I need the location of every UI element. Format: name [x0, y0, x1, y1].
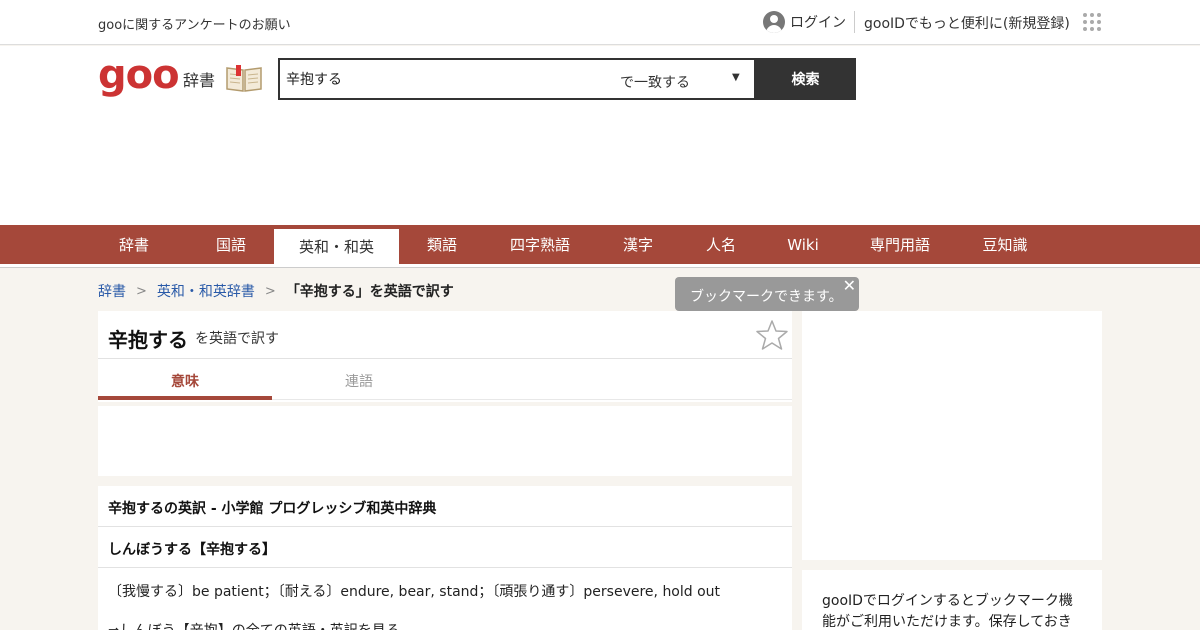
source-heading-row: 辛抱するの英訳 - 小学館 プログレッシブ和英中辞典 [98, 486, 792, 527]
nav-divider [0, 264, 1200, 268]
nav-item-wiki[interactable]: Wiki [767, 225, 839, 264]
search-form: で一致する ▼ 検索 [278, 58, 856, 100]
nav-item-thesaurus[interactable]: 類語 [406, 225, 478, 264]
definition-text: 〔我慢する〕be patient；〔耐える〕endure, bear, stan… [108, 584, 721, 600]
site-header: goo 辞書 で一致する ▼ 検索 [0, 46, 1200, 225]
entry-header: 辛抱する を英語で訳す 意味 連語 [98, 311, 792, 402]
user-icon [763, 11, 785, 33]
nav-item-english[interactable]: 英和・和英 [274, 229, 399, 264]
login-label: ログイン [790, 15, 846, 31]
headword-row: しんぼうする【辛抱する】 [98, 527, 792, 568]
book-icon [226, 65, 262, 92]
tab-meaning[interactable]: 意味 [98, 371, 272, 391]
breadcrumb-separator: > [264, 283, 276, 299]
breadcrumb-separator: > [136, 283, 147, 299]
goo-logo[interactable]: goo [98, 52, 180, 98]
search-box: で一致する ▼ [278, 58, 756, 100]
sidebar-ad-slot [802, 311, 1102, 560]
match-mode-select[interactable]: で一致する [620, 72, 690, 92]
search-button[interactable]: 検索 [755, 58, 856, 100]
close-icon[interactable]: ✕ [843, 276, 856, 295]
entry-word: 辛抱する [108, 328, 188, 352]
bookmark-tooltip: ブックマークできます。 ✕ [675, 276, 859, 318]
category-nav: 辞書 国語 英和・和英 類語 四字熟語 漢字 人名 Wiki 専門用語 豆知識 [0, 225, 1200, 264]
nav-item-dictionary[interactable]: 辞書 [98, 225, 170, 264]
nav-item-idioms[interactable]: 四字熟語 [500, 225, 580, 264]
nav-item-kanji[interactable]: 漢字 [602, 225, 674, 264]
breadcrumb-current: 「辛抱する」を英語で訳す [285, 284, 454, 300]
headword: しんぼうする【辛抱する】 [108, 542, 276, 558]
nav-item-technical[interactable]: 専門用語 [857, 225, 943, 264]
active-tab-indicator [98, 396, 272, 400]
nav-item-names[interactable]: 人名 [685, 225, 757, 264]
register-link[interactable]: gooIDでもっと便利に(新規登録) [864, 13, 1070, 33]
source-heading: 辛抱するの英訳 - 小学館 プログレッシブ和英中辞典 [108, 501, 437, 517]
chevron-down-icon[interactable]: ▼ [732, 72, 740, 83]
sidebar-login-info: gooIDでログインするとブックマーク機能がご利用いただけます。保存しておき [802, 570, 1102, 630]
nav-item-japanese[interactable]: 国語 [195, 225, 267, 264]
ad-slot [98, 406, 792, 476]
entry-subtitle: を英語で訳す [195, 331, 279, 347]
apps-grid-icon[interactable] [1083, 13, 1101, 31]
login-link[interactable]: ログイン [763, 10, 846, 34]
breadcrumb-dictionary[interactable]: 辞書 [98, 281, 126, 301]
tooltip-text: ブックマークできます。 [690, 289, 843, 305]
breadcrumb: 辞書 > 英和・和英辞書 > 「辛抱する」を英語で訳す [98, 281, 454, 301]
survey-link[interactable]: gooに関するアンケートのお願い [98, 14, 291, 33]
divider [98, 358, 792, 359]
login-promo-text: gooIDでログインするとブックマーク機能がご利用いただけます。保存しておき [822, 593, 1073, 630]
section-label: 辞書 [183, 71, 216, 90]
bookmark-star-icon[interactable] [756, 319, 788, 351]
divider [854, 11, 855, 33]
nav-item-trivia[interactable]: 豆知識 [969, 225, 1041, 264]
breadcrumb-english[interactable]: 英和・和英辞書 [157, 281, 255, 301]
search-input[interactable] [286, 68, 606, 90]
tab-phrases[interactable]: 連語 [272, 371, 446, 391]
utility-bar: gooに関するアンケートのお願い ログイン gooIDでもっと便利に(新規登録) [0, 0, 1200, 45]
see-all-link[interactable]: ⇒しんぼう【辛抱】の全ての英語・英訳を見る [108, 620, 400, 630]
translation-result: 辛抱するの英訳 - 小学館 プログレッシブ和英中辞典 しんぼうする【辛抱する】 … [98, 486, 792, 630]
